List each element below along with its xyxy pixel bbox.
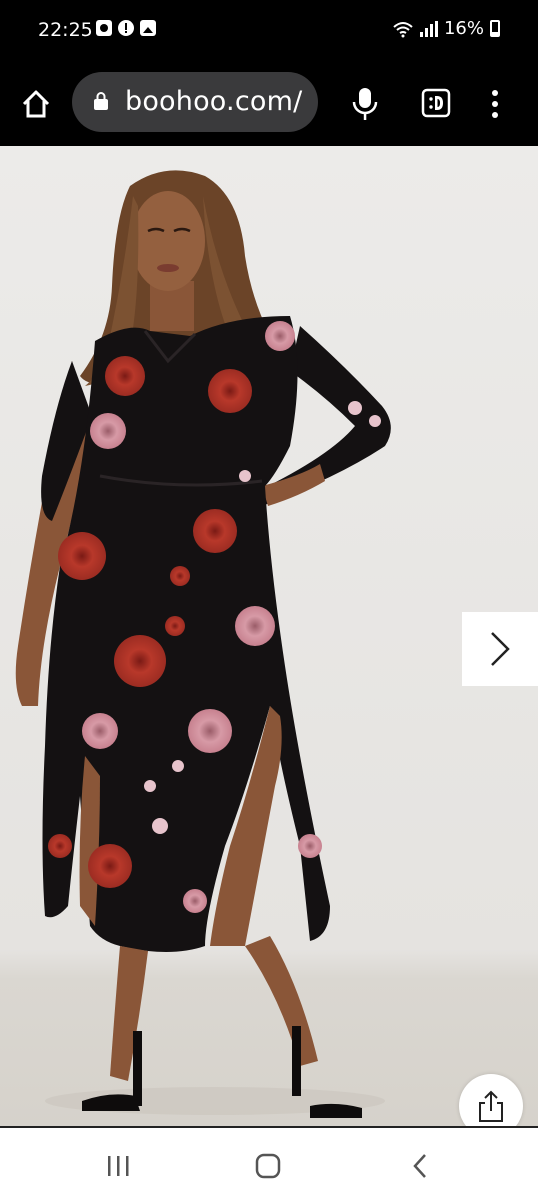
status-right: 16% [392, 18, 500, 39]
back-button[interactable] [400, 1148, 440, 1184]
gallery-notif-icon [140, 20, 156, 36]
notification-icons [96, 20, 156, 36]
home-circle-icon [255, 1153, 281, 1179]
extension-icon [421, 88, 451, 118]
back-icon [413, 1154, 426, 1178]
home-icon [22, 90, 50, 118]
recents-icon [108, 1156, 129, 1176]
home-button[interactable] [14, 82, 58, 126]
more-options-button[interactable] [480, 82, 510, 126]
web-page [0, 146, 538, 1126]
chevron-right-icon [491, 632, 510, 666]
share-icon [479, 1090, 503, 1122]
next-image-button[interactable] [462, 612, 538, 686]
alert-notif-icon [118, 20, 134, 36]
status-time: 22:25 [38, 19, 93, 41]
voice-search-button[interactable] [345, 82, 385, 126]
home-nav-button[interactable] [248, 1148, 288, 1184]
signal-icon [419, 20, 438, 37]
browser-toolbar: boohoo.com/ [0, 60, 538, 206]
product-image[interactable] [0, 146, 538, 1126]
battery-icon [490, 20, 500, 37]
wifi-icon [393, 21, 413, 37]
lock-icon [94, 92, 108, 110]
status-bar: 22:25 16% [0, 0, 538, 60]
extension-button[interactable] [416, 86, 456, 122]
mic-icon [352, 88, 378, 120]
url-text: boohoo.com/ [125, 86, 303, 117]
url-bar[interactable]: boohoo.com/ [72, 72, 318, 132]
recents-button[interactable] [98, 1148, 138, 1184]
navigation-bar [0, 1126, 538, 1200]
camera-notif-icon [96, 20, 112, 36]
menu-icon [492, 90, 498, 96]
battery-percent: 16% [443, 18, 484, 39]
